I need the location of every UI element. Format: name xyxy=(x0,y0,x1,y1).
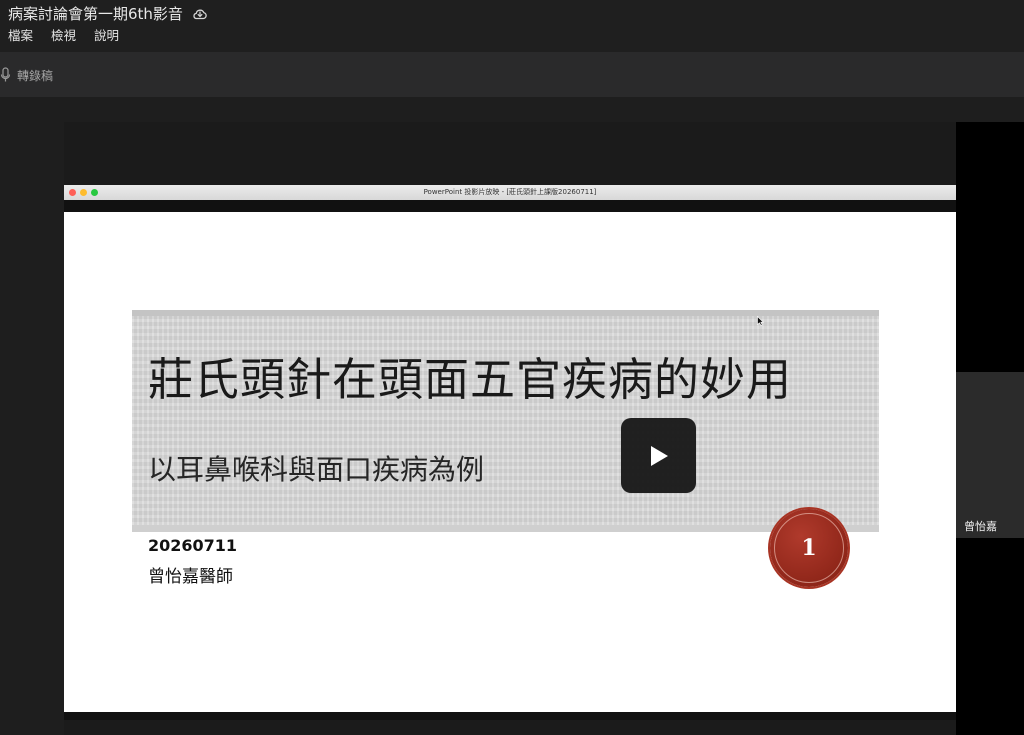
ppt-top-bar xyxy=(64,200,956,212)
microphone-icon xyxy=(0,67,11,82)
slide-title-band xyxy=(132,310,879,525)
mouse-cursor-icon xyxy=(757,316,764,326)
app-window: 病案討論會第一期6th影音 檔案 檢視 說明 轉錄稿 PowerPoint 投影… xyxy=(0,0,1024,735)
title-band-bottom-edge xyxy=(132,525,879,532)
slide-date: 20260711 xyxy=(148,536,238,555)
menu-file[interactable]: 檔案 xyxy=(8,27,33,45)
slide-number-badge: 1 xyxy=(770,509,848,587)
participant-tile[interactable]: 曾怡嘉 xyxy=(956,372,1024,538)
slide-number: 1 xyxy=(801,535,817,561)
video-player[interactable]: PowerPoint 投影片放映 - [莊氏頭針上課版20260711] 莊氏頭… xyxy=(64,122,956,735)
play-icon xyxy=(650,445,668,466)
menu-help[interactable]: 說明 xyxy=(94,27,119,45)
title-band-top-edge xyxy=(132,310,879,316)
slide-subtitle: 以耳鼻喉科與面口疾病為例 xyxy=(148,453,485,486)
title-bar: 病案討論會第一期6th影音 檔案 檢視 說明 xyxy=(0,0,1024,52)
shared-screen-powerpoint: PowerPoint 投影片放映 - [莊氏頭針上課版20260711] 莊氏頭… xyxy=(64,185,956,720)
participant-panel-top xyxy=(956,122,1024,372)
cloud-sync-icon[interactable] xyxy=(191,5,209,23)
play-button[interactable] xyxy=(621,418,696,493)
menu-view[interactable]: 檢視 xyxy=(51,27,76,45)
slide-title: 莊氏頭針在頭面五官疾病的妙用 xyxy=(148,353,793,406)
document-title[interactable]: 病案討論會第一期6th影音 xyxy=(8,4,183,24)
ppt-window-title: PowerPoint 投影片放映 - [莊氏頭針上課版20260711] xyxy=(423,188,597,196)
ppt-bottom-bar xyxy=(64,712,956,720)
participant-panel-bottom xyxy=(956,538,1024,735)
transcript-button[interactable]: 轉錄稿 xyxy=(0,64,53,86)
presentation-slide: 莊氏頭針在頭面五官疾病的妙用 以耳鼻喉科與面口疾病為例 20260711 曾怡嘉… xyxy=(64,212,956,712)
participant-name: 曾怡嘉 xyxy=(964,520,997,533)
ppt-window-titlebar: PowerPoint 投影片放映 - [莊氏頭針上課版20260711] xyxy=(64,185,956,201)
document-title-row: 病案討論會第一期6th影音 xyxy=(8,3,209,25)
toolbar: 轉錄稿 xyxy=(0,52,1024,97)
slide-presenter: 曾怡嘉醫師 xyxy=(148,567,233,587)
menu-bar: 檔案 檢視 說明 xyxy=(8,27,137,45)
transcript-label: 轉錄稿 xyxy=(17,68,54,83)
